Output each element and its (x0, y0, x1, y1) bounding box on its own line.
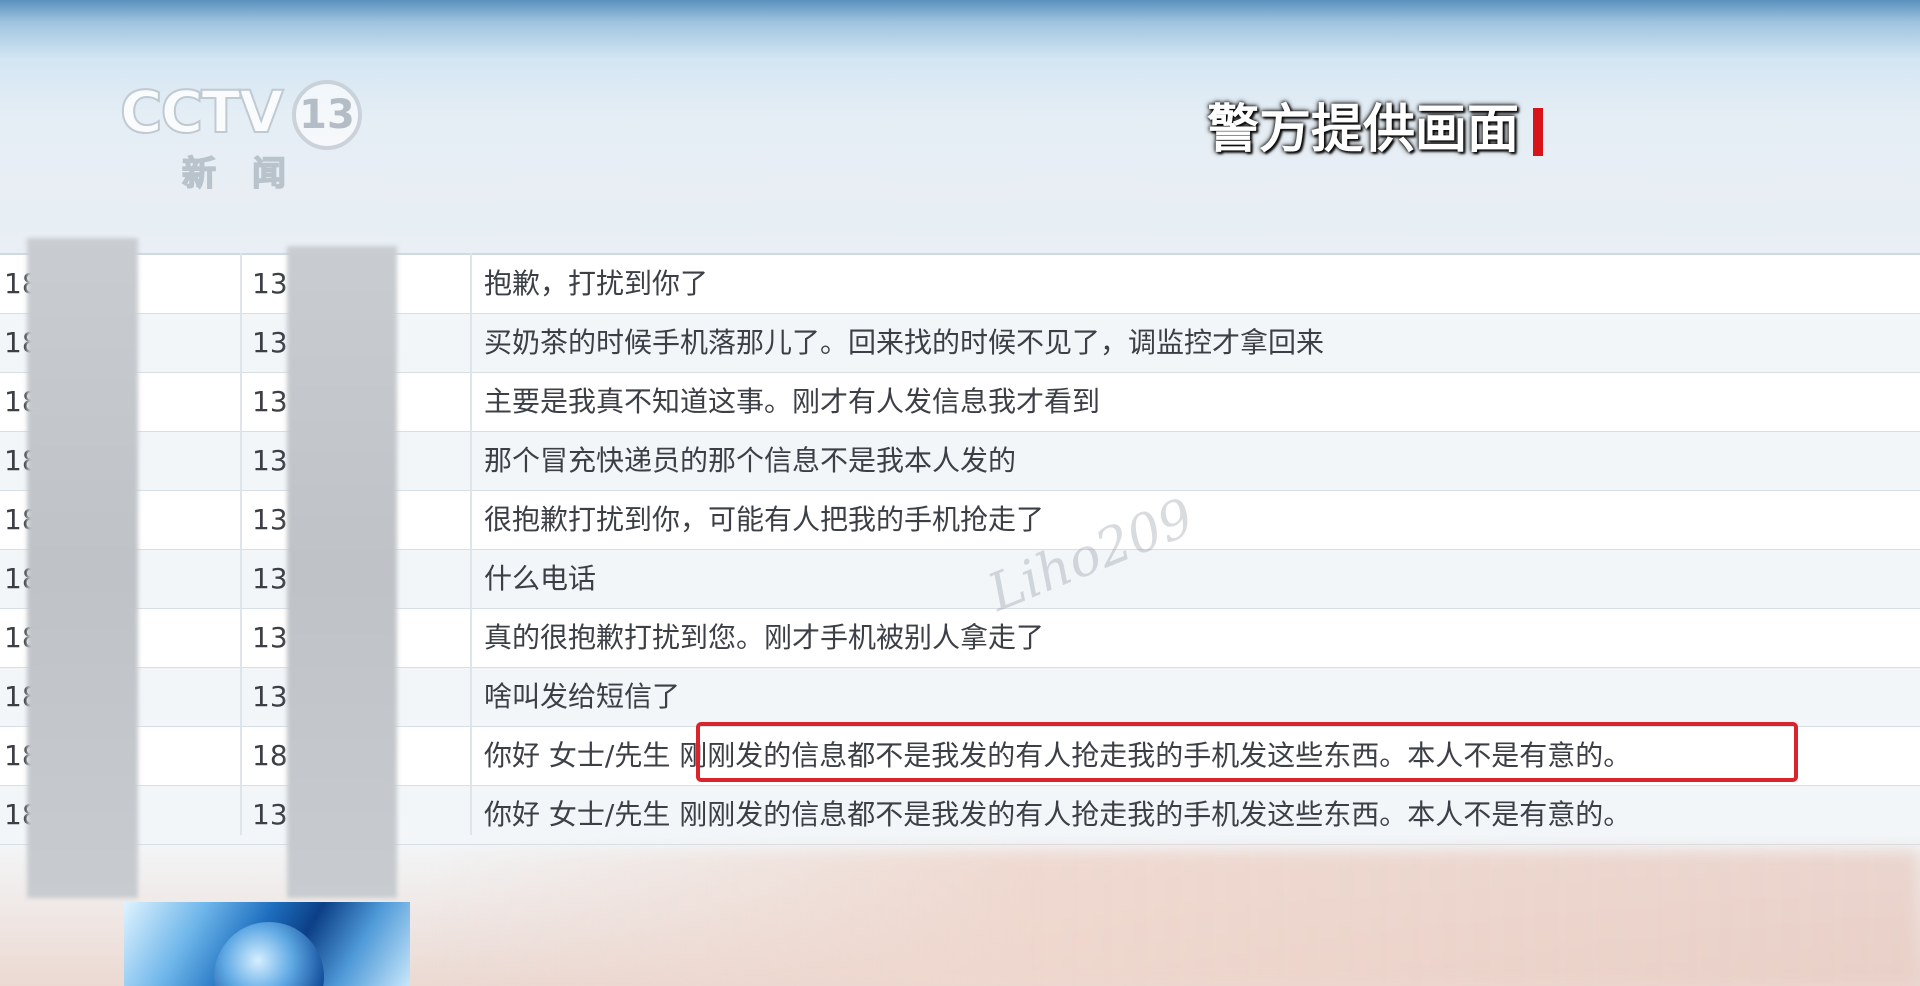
privacy-blur-sender (27, 238, 138, 898)
message-content: 你好 女士/先生 刚刚发的信息都不是我发的有人抢走我的手机发这些东西。本人不是有… (484, 798, 1632, 831)
channel-logo: CCTV 13 新闻 (119, 78, 370, 200)
bottom-blur-area (430, 850, 1920, 986)
message-content: 啥叫发给短信了 (484, 680, 681, 713)
column-divider (240, 253, 242, 835)
privacy-blur-receiver (287, 246, 397, 898)
message-content: 那个冒充快递员的那个信息不是我本人发的 (484, 444, 1017, 477)
message-content: 买奶茶的时候手机落那儿了。回来找的时候不见了，调监控才拿回来 (484, 326, 1325, 359)
highlight-box (696, 722, 1798, 782)
globe-thumbnail (124, 902, 410, 986)
logo-subtitle: 新闻 (181, 153, 322, 195)
column-divider (470, 253, 472, 835)
footage-caption: 警方提供画面 (1207, 100, 1520, 160)
message-content: 主要是我真不知道这事。刚才有人发信息我才看到 (484, 385, 1101, 418)
logo-brand: CCTV (119, 78, 285, 146)
message-content: 抱歉，打扰到你了 (484, 267, 709, 300)
caption-accent-bar (1533, 108, 1543, 156)
message-content: 什么电话 (484, 562, 597, 595)
logo-channel-number: 13 (292, 80, 362, 150)
globe-icon (214, 922, 324, 986)
message-content: 真的很抱歉打扰到您。刚才手机被别人拿走了 (484, 621, 1045, 654)
